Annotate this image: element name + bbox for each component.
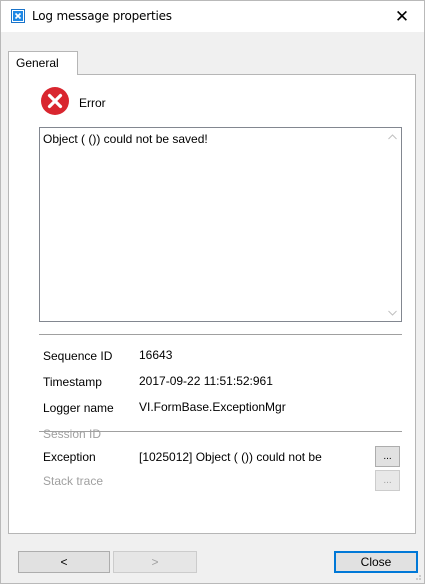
message-scrollbar[interactable] bbox=[384, 128, 401, 321]
chevron-down-icon bbox=[388, 310, 397, 316]
close-button[interactable]: Close bbox=[334, 551, 418, 573]
log-window-icon bbox=[11, 9, 25, 23]
message-level: Error bbox=[79, 96, 106, 110]
resize-grip-icon[interactable] bbox=[412, 571, 422, 581]
separator bbox=[39, 334, 402, 335]
previous-button[interactable]: < bbox=[18, 551, 110, 573]
session-id-label: Session ID bbox=[43, 427, 102, 441]
message-text: Object ( ()) could not be saved! bbox=[43, 132, 208, 146]
stack-trace-label: Stack trace bbox=[43, 474, 104, 488]
exception-details-button[interactable]: ... bbox=[375, 446, 400, 467]
sequence-id-value: 16643 bbox=[139, 348, 173, 362]
next-button[interactable]: > bbox=[113, 551, 197, 573]
message-textbox[interactable]: Object ( ()) could not be saved! bbox=[39, 127, 402, 322]
chevron-up-icon bbox=[388, 133, 397, 139]
logger-name-label: Logger name bbox=[43, 401, 114, 415]
scroll-up-button[interactable] bbox=[384, 128, 401, 145]
stack-trace-button[interactable]: ... bbox=[375, 470, 400, 491]
close-window-button[interactable]: ✕ bbox=[380, 1, 424, 32]
timestamp-label: Timestamp bbox=[43, 375, 102, 389]
logger-name-value: VI.FormBase.ExceptionMgr bbox=[139, 400, 286, 414]
window-title: Log message properties bbox=[32, 9, 172, 23]
timestamp-value: 2017-09-22 11:51:52:961 bbox=[139, 374, 273, 388]
sequence-id-label: Sequence ID bbox=[43, 349, 113, 363]
exception-label: Exception bbox=[43, 450, 96, 464]
exception-value: [1025012] Object ( ()) could not be bbox=[139, 450, 322, 464]
tab-general[interactable]: General bbox=[8, 51, 78, 75]
tab-general-label: General bbox=[16, 56, 59, 70]
dialog-window: Log message properties ✕ General Error O… bbox=[0, 0, 425, 584]
title-bar: Log message properties ✕ bbox=[1, 1, 424, 32]
error-icon bbox=[41, 87, 69, 115]
scroll-down-button[interactable] bbox=[384, 304, 401, 321]
